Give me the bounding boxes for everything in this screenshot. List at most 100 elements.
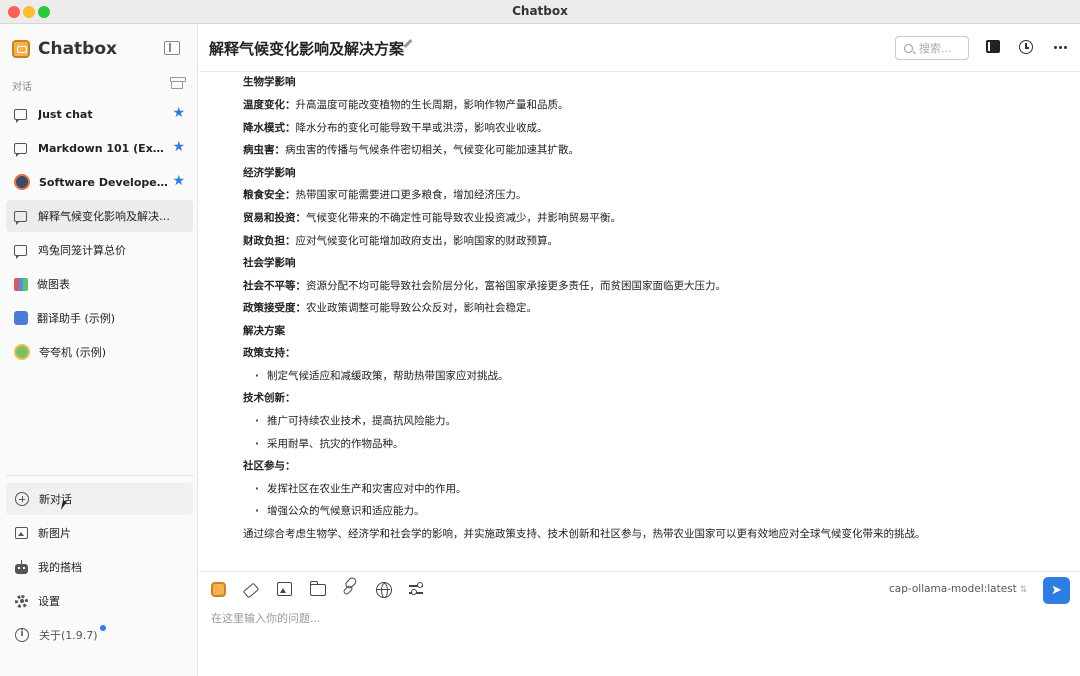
chatbox-settings-icon[interactable]: [211, 582, 226, 597]
chevron-updown-icon: ⇅: [1019, 585, 1028, 595]
plus-circle-icon: [15, 492, 29, 506]
collapse-sidebar-icon[interactable]: [164, 41, 180, 55]
community-label: 社区参与：: [243, 460, 296, 472]
more-options-icon[interactable]: [1054, 46, 1057, 49]
search-placeholder: 搜索...: [919, 42, 952, 55]
chat-item-just-chat[interactable]: Just chat ★: [6, 98, 193, 130]
chat-bubble-icon: [14, 210, 27, 225]
chat-bubble-icon: [14, 244, 27, 259]
soc-item-2: 政策接受度：农业政策调整可能导致公众反对，影响社会稳定。: [243, 302, 537, 314]
update-badge: [100, 625, 106, 631]
chat-list: Just chat ★ Markdown 101 (Example) ★ Sof…: [6, 98, 193, 370]
settings-label: 设置: [38, 595, 60, 608]
chat-item-label: 鸡兔同笼计算总价: [38, 244, 126, 257]
attach-image-icon[interactable]: [277, 582, 292, 596]
star-icon[interactable]: ★: [172, 105, 185, 121]
settings-sliders-icon[interactable]: [409, 582, 425, 598]
my-copilots-button[interactable]: 我的搭档: [6, 551, 193, 583]
bio-item-1: 温度变化：升高温度可能改变植物的生长周期，影响作物产量和品质。: [243, 99, 569, 111]
window-title: Chatbox: [512, 4, 568, 18]
new-chat-label: 新对话: [39, 493, 72, 506]
chat-item-praise-bot[interactable]: 夸夸机 (示例): [6, 336, 193, 368]
brand-name: Chatbox: [38, 39, 117, 59]
history-icon[interactable]: [1019, 40, 1033, 54]
chatbox-logo-icon: [12, 40, 30, 58]
main-header: 解释气候变化影响及解决方案 搜索...: [199, 24, 1080, 72]
sidebar-divider: [6, 475, 194, 476]
star-icon[interactable]: ★: [172, 173, 185, 189]
chat-bubble-icon: [14, 142, 27, 157]
main-panel: 解释气候变化影响及解决方案 搜索... 生物学影响 温度变化：升高温度可能改变植…: [199, 24, 1080, 676]
attach-link-icon[interactable]: [342, 584, 354, 596]
community-bullet-2: 增强公众的气候意识和适应能力。: [255, 503, 425, 518]
toggle-view-icon[interactable]: [986, 40, 1000, 53]
eco-item-2: 贸易和投资：气候变化带来的不确定性可能导致农业投资减少，并影响贸易平衡。: [243, 212, 621, 224]
soc-heading: 社会学影响: [243, 257, 296, 269]
chat-item-software-developer[interactable]: Software Developer (Example) ★: [6, 166, 193, 198]
new-image-label: 新图片: [38, 527, 71, 540]
chat-item-label: 解释气候变化影响及解决方案: [38, 210, 170, 223]
policy-bullet-1: 制定气候适应和减缓政策，帮助热带国家应对挑战。: [255, 368, 509, 383]
send-icon: ➤: [1051, 583, 1062, 598]
chart-avatar-icon: [14, 277, 28, 291]
about-button[interactable]: i 关于(1.9.7): [6, 619, 193, 651]
praise-avatar-icon: [14, 344, 30, 360]
chat-item-make-chart[interactable]: 做图表: [6, 268, 193, 300]
eraser-icon[interactable]: [242, 582, 260, 599]
soc-item-1: 社会不平等：资源分配不均可能导致社会阶层分化，富裕国家承接更多责任，而贫困国家面…: [243, 280, 726, 292]
my-copilots-label: 我的搭档: [38, 561, 82, 574]
model-selector[interactable]: cap-ollama-model:latest ⇅: [889, 583, 1027, 595]
chat-item-label: Software Developer (Example): [39, 175, 171, 189]
archive-icon[interactable]: [170, 77, 186, 89]
about-label: 关于(1.9.7): [39, 629, 98, 642]
new-chat-button[interactable]: 新对话: [6, 483, 193, 515]
chat-item-label: 做图表: [37, 278, 70, 291]
message-input[interactable]: 在这里输入你的问题...: [211, 610, 321, 626]
attach-file-icon[interactable]: [310, 581, 326, 596]
solutions-heading: 解决方案: [243, 325, 285, 337]
tech-bullet-1: 推广可持续农业技术，提高抗风险能力。: [255, 413, 456, 428]
chat-item-markdown-101[interactable]: Markdown 101 (Example) ★: [6, 132, 193, 164]
robot-icon: [15, 559, 28, 574]
model-name: cap-ollama-model:latest: [889, 583, 1017, 595]
translator-avatar-icon: [14, 311, 28, 325]
title-bar: Chatbox: [0, 0, 1080, 24]
edit-title-icon[interactable]: [403, 38, 413, 49]
sidebar-bottom-menu: 新对话 新图片 我的搭档 设置 i 关于(1.9.7): [6, 483, 193, 653]
chat-item-chicken-rabbit[interactable]: 鸡兔同笼计算总价: [6, 234, 193, 266]
conversation-title: 解释气候变化影响及解决方案: [209, 40, 405, 58]
settings-button[interactable]: 设置: [6, 585, 193, 617]
message-content: 生物学影响 温度变化：升高温度可能改变植物的生长周期，影响作物产量和品质。 降水…: [243, 72, 1063, 572]
chat-item-climate-change[interactable]: 解释气候变化影响及解决方案: [6, 200, 193, 232]
eco-item-1: 粮食安全：热带国家可能需要进口更多粮食，增加经济压力。: [243, 189, 527, 201]
sidebar: Chatbox 对话 Just chat ★ Markdown 101 (Exa…: [0, 24, 198, 676]
eco-item-3: 财政负担：应对气候变化可能增加政府支出，影响国家的财政预算。: [243, 235, 558, 247]
conclusion-text: 通过综合考虑生物学、经济学和社会学的影响，并实施政策支持、技术创新和社区参与，热…: [243, 528, 926, 540]
brand: Chatbox: [12, 38, 117, 60]
search-input[interactable]: 搜索...: [895, 36, 969, 60]
chat-bubble-icon: [14, 108, 27, 123]
tech-bullet-2: 采用耐旱、抗灾的作物品种。: [255, 436, 404, 451]
tech-label: 技术创新：: [243, 392, 296, 404]
section-label-chats: 对话: [12, 82, 32, 93]
chat-item-label: Just chat: [38, 107, 93, 121]
web-browsing-icon[interactable]: [376, 582, 392, 598]
chat-item-label: 夸夸机 (示例): [39, 346, 107, 359]
bio-item-3: 病虫害：病虫害的传播与气候条件密切相关，气候变化可能加速其扩散。: [243, 144, 579, 156]
policy-label: 政策支持：: [243, 347, 296, 359]
chat-item-label: 翻译助手 (示例): [37, 312, 116, 325]
bio-heading: 生物学影响: [243, 76, 296, 88]
info-icon: i: [15, 628, 29, 642]
input-area: cap-ollama-model:latest ⇅ ➤ 在这里输入你的问题...: [199, 571, 1080, 676]
chat-item-translator[interactable]: 翻译助手 (示例): [6, 302, 193, 334]
send-button[interactable]: ➤: [1043, 577, 1070, 604]
image-icon: [15, 527, 28, 539]
gear-icon: [15, 594, 28, 608]
community-bullet-1: 发挥社区在农业生产和灾害应对中的作用。: [255, 481, 467, 496]
search-icon: [904, 43, 913, 53]
bio-item-2: 降水模式：降水分布的变化可能导致干旱或洪涝，影响农业收成。: [243, 122, 548, 134]
developer-avatar-icon: [14, 174, 30, 190]
new-image-button[interactable]: 新图片: [6, 517, 193, 549]
chat-item-label: Markdown 101 (Example): [38, 141, 170, 155]
star-icon[interactable]: ★: [172, 139, 185, 155]
